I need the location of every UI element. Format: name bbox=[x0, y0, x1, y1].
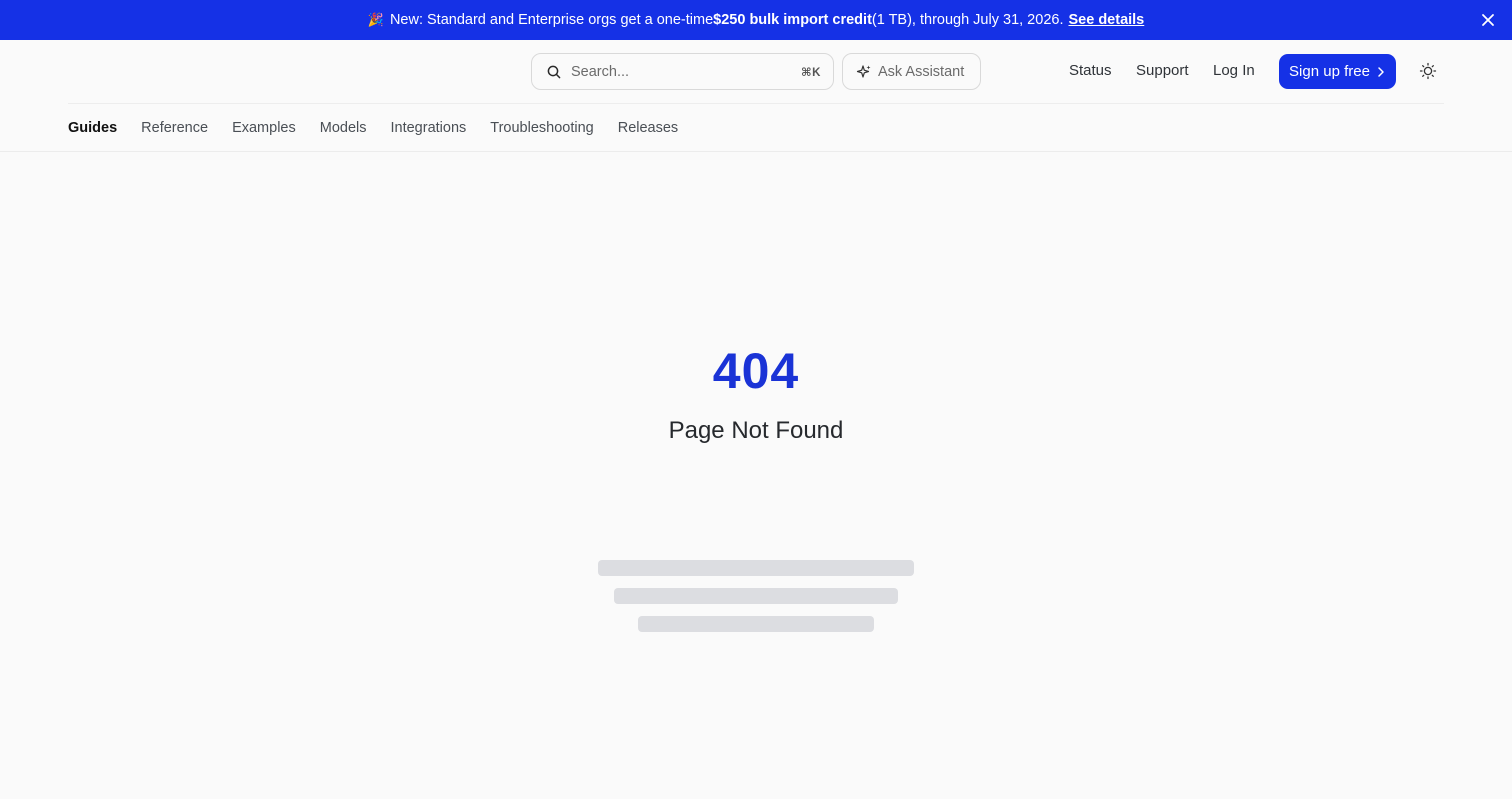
announcement-banner: 🎉 New: Standard and Enterprise orgs get … bbox=[0, 0, 1512, 40]
skeleton-line bbox=[638, 616, 874, 632]
search-input[interactable]: Search... ⌘K bbox=[531, 53, 834, 90]
tab-examples[interactable]: Examples bbox=[232, 120, 296, 136]
sign-up-button[interactable]: Sign up free bbox=[1279, 54, 1396, 89]
error-code: 404 bbox=[712, 343, 800, 399]
tab-models[interactable]: Models bbox=[320, 120, 367, 136]
party-popper-icon: 🎉 bbox=[367, 12, 384, 27]
close-icon[interactable] bbox=[1480, 12, 1496, 28]
ask-assistant-button[interactable]: Ask Assistant bbox=[842, 53, 981, 90]
header-divider bbox=[68, 103, 1444, 104]
chevron-right-icon bbox=[1378, 66, 1384, 77]
sun-icon[interactable] bbox=[1419, 62, 1437, 80]
banner-text-suffix: (1 TB), through July 31, 2026. bbox=[871, 12, 1064, 28]
search-icon bbox=[547, 65, 561, 78]
tab-releases[interactable]: Releases bbox=[618, 120, 678, 136]
sparkle-icon bbox=[856, 64, 871, 78]
site-header: Search... ⌘K Ask Assistant Status Suppor… bbox=[0, 40, 1512, 152]
skeleton-line bbox=[614, 588, 898, 604]
support-link[interactable]: Support bbox=[1136, 62, 1189, 79]
tab-reference[interactable]: Reference bbox=[141, 120, 208, 136]
skeleton-line bbox=[598, 560, 914, 576]
banner-text-prefix: New: Standard and Enterprise orgs get a … bbox=[389, 12, 714, 28]
search-placeholder: Search... bbox=[571, 63, 630, 80]
error-message: Page Not Found bbox=[668, 417, 844, 444]
search-shortcut: ⌘K bbox=[801, 66, 821, 79]
ask-assistant-label: Ask Assistant bbox=[878, 63, 965, 80]
see-details-link[interactable]: See details bbox=[1068, 12, 1144, 28]
section-tabs: Guides Reference Examples Models Integration… bbox=[68, 120, 702, 136]
banner-text-bold: $250 bulk import credit bbox=[713, 12, 872, 28]
status-link[interactable]: Status bbox=[1069, 62, 1112, 79]
sign-up-label: Sign up free bbox=[1289, 63, 1370, 80]
tab-integrations[interactable]: Integrations bbox=[390, 120, 466, 136]
tab-troubleshooting[interactable]: Troubleshooting bbox=[490, 120, 593, 136]
tab-guides[interactable]: Guides bbox=[68, 120, 117, 136]
login-link[interactable]: Log In bbox=[1213, 62, 1255, 79]
